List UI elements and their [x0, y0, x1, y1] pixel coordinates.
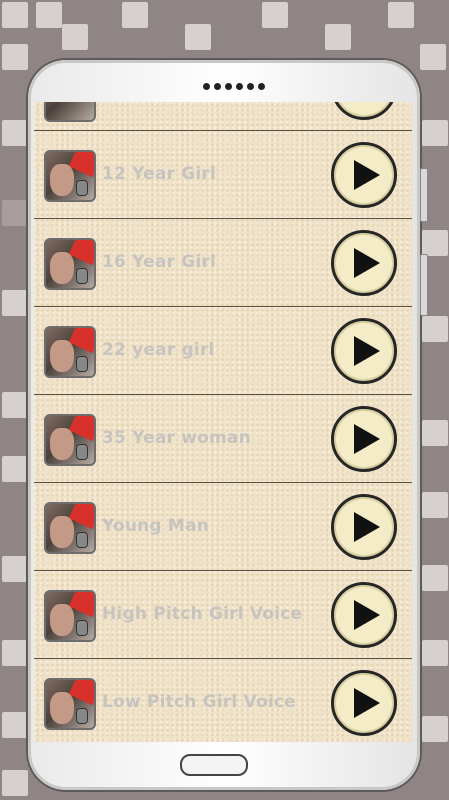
play-button[interactable]: [331, 406, 397, 472]
play-icon: [354, 336, 380, 366]
play-button[interactable]: [331, 230, 397, 296]
play-icon: [354, 424, 380, 454]
face-image: [50, 252, 74, 284]
list-item[interactable]: Young Man: [34, 482, 412, 571]
background-tile: [422, 716, 448, 742]
voice-thumbnail: [44, 150, 96, 202]
background-tile: [422, 420, 448, 446]
background-tile: [262, 2, 288, 28]
play-icon: [354, 512, 380, 542]
volume-button: [420, 168, 428, 222]
background-tile: [2, 640, 28, 666]
background-tile: [325, 24, 351, 50]
voice-label: High Pitch Girl Voice: [102, 604, 303, 624]
background-tile: [62, 24, 88, 50]
face-image: [50, 340, 74, 372]
background-tile: [36, 2, 62, 28]
play-button[interactable]: [331, 670, 397, 736]
app-screen[interactable]: 12 Year Girl 16 Year Girl 22 year girl 3…: [34, 102, 412, 742]
microphone-icon: [76, 268, 88, 284]
microphone-icon: [76, 708, 88, 724]
background-tile: [2, 712, 28, 738]
play-button[interactable]: [331, 102, 397, 120]
voice-thumbnail: [44, 326, 96, 378]
background-tile: [422, 230, 448, 256]
background-tile: [185, 24, 211, 50]
play-icon: [354, 688, 380, 718]
background-tile: [388, 2, 414, 28]
background-tile: [2, 290, 28, 316]
voice-thumbnail: [44, 502, 96, 554]
microphone-icon: [76, 356, 88, 372]
play-button[interactable]: [331, 494, 397, 560]
face-image: [50, 164, 74, 196]
speaker-dot: [247, 83, 254, 90]
play-button[interactable]: [331, 582, 397, 648]
speaker-dot: [214, 83, 221, 90]
background-tile: [2, 44, 28, 70]
voice-thumbnail: [44, 414, 96, 466]
speaker-dot: [258, 83, 265, 90]
speaker-dot: [236, 83, 243, 90]
voice-label: 22 year girl: [102, 340, 215, 360]
list-item[interactable]: 16 Year Girl: [34, 218, 412, 307]
voice-thumbnail: [44, 238, 96, 290]
microphone-icon: [76, 444, 88, 460]
background-tile: [420, 44, 446, 70]
voice-thumbnail: [44, 678, 96, 730]
face-image: [50, 604, 74, 636]
list-item[interactable]: Low Pitch Girl Voice: [34, 658, 412, 742]
voice-label: 12 Year Girl: [102, 164, 217, 184]
background-tile: [2, 770, 28, 796]
background-tile: [2, 120, 28, 146]
background-tile: [422, 640, 448, 666]
face-image: [50, 692, 74, 724]
speaker-dot: [203, 83, 210, 90]
play-button[interactable]: [331, 142, 397, 208]
voice-label: Young Man: [102, 516, 210, 536]
list-item[interactable]: 35 Year woman: [34, 394, 412, 483]
microphone-icon: [76, 532, 88, 548]
list-item[interactable]: 12 Year Girl: [34, 130, 412, 219]
play-button[interactable]: [331, 318, 397, 384]
background-tile: [422, 565, 448, 591]
background-tile: [122, 2, 148, 28]
background-tile: [2, 456, 28, 482]
list-item[interactable]: 22 year girl: [34, 306, 412, 395]
voice-label: 16 Year Girl: [102, 252, 217, 272]
background-tile: [2, 556, 28, 582]
background-tile: [422, 120, 448, 146]
play-icon: [354, 600, 380, 630]
background-tile: [2, 200, 28, 226]
background-tile: [422, 316, 448, 342]
voice-thumbnail: [44, 590, 96, 642]
microphone-icon: [76, 180, 88, 196]
power-button: [420, 254, 428, 316]
list-item[interactable]: High Pitch Girl Voice: [34, 570, 412, 659]
face-image: [50, 428, 74, 460]
background-tile: [422, 492, 448, 518]
phone-frame: 12 Year Girl 16 Year Girl 22 year girl 3…: [28, 60, 428, 790]
face-image: [50, 516, 74, 548]
microphone-icon: [76, 620, 88, 636]
home-button[interactable]: [180, 754, 248, 776]
voice-thumbnail: [44, 102, 96, 122]
voice-label: Low Pitch Girl Voice: [102, 692, 296, 712]
voice-label: 35 Year woman: [102, 428, 251, 448]
play-icon: [354, 160, 380, 190]
speaker-grille: [203, 83, 265, 90]
background-tile: [2, 2, 28, 28]
background-tile: [2, 392, 28, 418]
list-item-partial: [34, 102, 412, 131]
speaker-dot: [225, 83, 232, 90]
play-icon: [354, 248, 380, 278]
